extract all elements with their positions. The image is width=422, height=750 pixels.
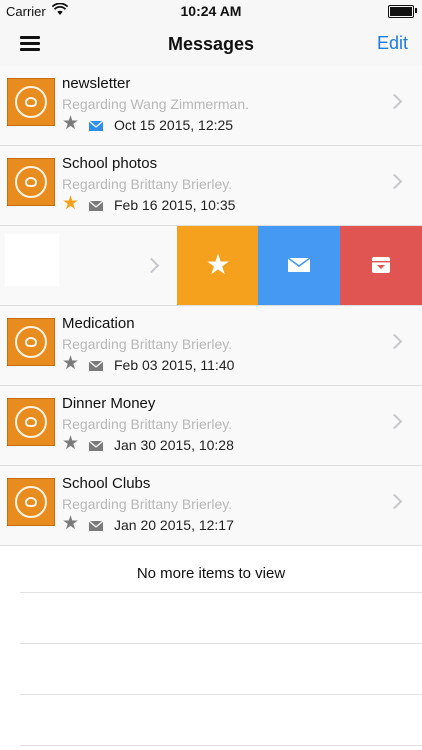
status-time: 10:24 AM [180, 3, 242, 19]
school-logo-icon [7, 78, 55, 126]
empty-row-divider [20, 643, 422, 644]
swiped-message-row[interactable]: ★ [0, 226, 422, 306]
empty-row-divider [20, 694, 422, 695]
star-icon[interactable]: ★ [62, 434, 79, 454]
empty-row-divider [20, 745, 422, 746]
message-row[interactable]: School photos Regarding Brittany Brierley… [0, 146, 422, 226]
row-thumbnail-placeholder [5, 234, 59, 286]
message-date: Oct 15 2015, 12:25 [114, 117, 234, 133]
school-logo-icon [7, 478, 55, 526]
message-date: Feb 03 2015, 11:40 [114, 357, 235, 373]
envelope-icon [88, 358, 104, 374]
envelope-icon [88, 198, 104, 214]
message-subject: School Clubs [62, 475, 151, 492]
message-subject: Dinner Money [62, 395, 156, 412]
battery-icon [388, 5, 414, 18]
message-row[interactable]: School Clubs Regarding Brittany Brierley.… [0, 466, 422, 546]
message-regarding: Regarding Brittany Brierley. [62, 496, 233, 512]
status-bar: Carrier 10:24 AM [0, 0, 422, 22]
message-subject: Medication [62, 315, 135, 332]
battery-tip [415, 8, 417, 13]
empty-row-divider [20, 592, 422, 593]
navigation-bar: Messages Edit [0, 22, 422, 67]
no-more-items-label: No more items to view [136, 565, 286, 582]
envelope-icon [258, 248, 340, 285]
message-regarding: Regarding Brittany Brierley. [62, 416, 233, 432]
page-title: Messages [167, 34, 255, 54]
message-regarding: Regarding Brittany Brierley. [62, 336, 233, 352]
message-regarding: Regarding Brittany Brierley. [62, 176, 233, 192]
chevron-right-icon [386, 493, 403, 510]
envelope-icon [88, 438, 104, 454]
message-subject: School photos [62, 155, 158, 172]
message-row[interactable]: Medication Regarding Brittany Brierley. ★ F… [0, 306, 422, 386]
archive-icon [340, 248, 422, 283]
school-logo-icon [7, 318, 55, 366]
star-icon: ★ [205, 249, 231, 280]
message-date: Feb 16 2015, 10:35 [114, 197, 236, 213]
chevron-right-icon [143, 257, 160, 274]
star-icon[interactable]: ★ [62, 114, 79, 134]
star-icon[interactable]: ★ [62, 354, 79, 374]
envelope-icon [88, 518, 104, 534]
chevron-right-icon [386, 413, 403, 430]
message-subject: newsletter [62, 75, 131, 92]
star-icon[interactable]: ★ [62, 514, 79, 534]
archive-action-button[interactable] [340, 226, 422, 305]
star-action-button[interactable]: ★ [177, 226, 259, 305]
edit-button[interactable]: Edit [377, 33, 408, 54]
school-logo-icon [7, 398, 55, 446]
star-icon[interactable]: ★ [62, 194, 79, 214]
message-date: Jan 20 2015, 12:17 [114, 517, 234, 533]
envelope-icon [88, 118, 104, 134]
message-row[interactable]: Dinner Money Regarding Brittany Brierley.… [0, 386, 422, 466]
chevron-right-icon [386, 93, 403, 110]
message-row[interactable]: newsletter Regarding Wang Zimmerman. ★ Oct … [0, 66, 422, 146]
chevron-right-icon [386, 173, 403, 190]
message-regarding: Regarding Wang Zimmerman. [62, 96, 249, 112]
mark-read-action-button[interactable] [258, 226, 340, 305]
school-logo-icon [7, 158, 55, 206]
message-date: Jan 30 2015, 10:28 [114, 437, 234, 453]
chevron-right-icon [386, 333, 403, 350]
message-list: newsletter Regarding Wang Zimmerman. ★ Oct … [0, 66, 422, 546]
